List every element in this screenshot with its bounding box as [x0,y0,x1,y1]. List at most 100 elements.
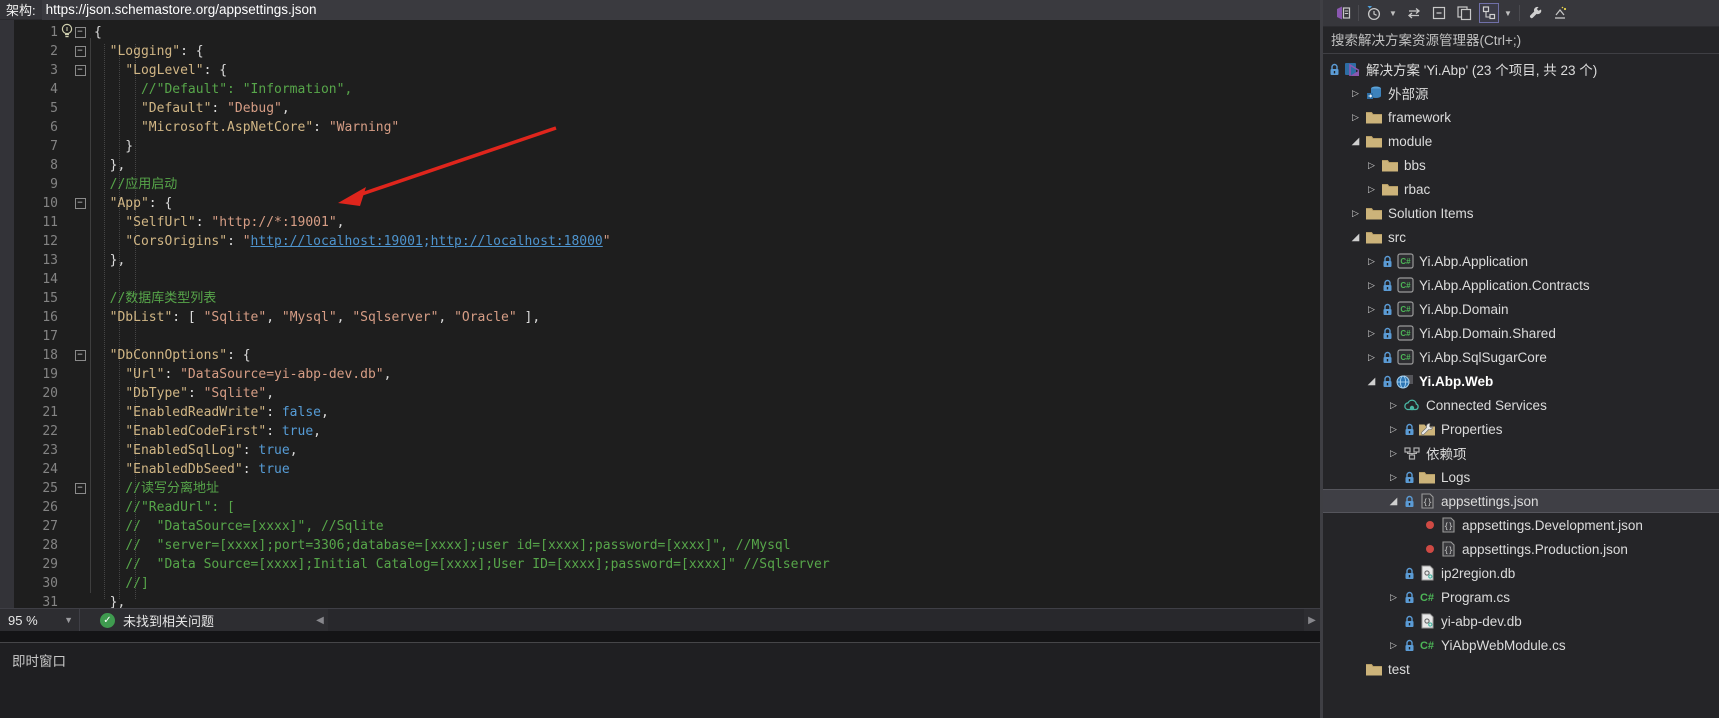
code-line-11[interactable]: 11 "SelfUrl": "http://*:19001", [0,213,1320,232]
code-line-28[interactable]: 28 // "server=[xxxx];port=3306;database=… [0,536,1320,555]
code-line-1[interactable]: 1−{ [0,23,1320,42]
tree-item-appsettings-production-json[interactable]: {}appsettings.Production.json [1323,537,1719,561]
expand-arrow-icon[interactable]: ▷ [1347,112,1364,123]
fold-toggle[interactable]: − [66,479,94,498]
tree-item-properties[interactable]: ▷Properties [1323,417,1719,441]
fold-collapse-box[interactable]: − [75,350,86,361]
code-line-13[interactable]: 13 }, [0,251,1320,270]
tree-item-connected-services[interactable]: ▷Connected Services [1323,393,1719,417]
history-filter-icon[interactable] [1364,3,1384,23]
code-line-18[interactable]: 18− "DbConnOptions": { [0,346,1320,365]
fold-collapse-box[interactable]: − [75,483,86,494]
expand-arrow-icon[interactable]: ▷ [1385,424,1402,435]
code-line-22[interactable]: 22 "EnabledCodeFirst": true, [0,422,1320,441]
chevron-down-icon[interactable]: ▼ [1389,9,1399,18]
code-line-9[interactable]: 9 //应用启动 [0,175,1320,194]
tree-item-src[interactable]: ◢src [1323,225,1719,249]
quick-actions-lightbulb-icon[interactable] [58,22,76,40]
code-line-30[interactable]: 30 //] [0,574,1320,593]
code-line-2[interactable]: 2− "Logging": { [0,42,1320,61]
code-line-5[interactable]: 5 "Default": "Debug", [0,99,1320,118]
collapse-arrow-icon[interactable]: ◢ [1385,496,1402,507]
code-line-4[interactable]: 4 //"Default": "Information", [0,80,1320,99]
horizontal-scrollbar[interactable]: ◀ ▶ [312,609,1320,631]
expand-arrow-icon[interactable]: ▷ [1363,280,1380,291]
tree-item-appsettings-development-json[interactable]: {}appsettings.Development.json [1323,513,1719,537]
code-line-7[interactable]: 7 } [0,137,1320,156]
code-line-21[interactable]: 21 "EnabledReadWrite": false, [0,403,1320,422]
code-line-23[interactable]: 23 "EnabledSqlLog": true, [0,441,1320,460]
fold-toggle[interactable]: − [66,42,94,61]
tree-item-framework[interactable]: ▷framework [1323,105,1719,129]
switch-views-icon[interactable] [1333,3,1353,23]
code-line-29[interactable]: 29 // "Data Source=[xxxx];Initial Catalo… [0,555,1320,574]
code-line-10[interactable]: 10− "App": { [0,194,1320,213]
code-line-17[interactable]: 17 [0,327,1320,346]
scroll-left-icon[interactable]: ◀ [312,615,328,626]
search-input[interactable] [1323,27,1719,53]
collapse-all-icon[interactable] [1429,3,1449,23]
tree-item-外部源[interactable]: ▷外部源 [1323,81,1719,105]
properties-wrench-icon[interactable] [1525,3,1545,23]
expand-arrow-icon[interactable]: ▷ [1347,208,1364,219]
tree-item-yi-abp-sqlsugarcore[interactable]: ▷C#Yi.Abp.SqlSugarCore [1323,345,1719,369]
show-all-files-icon[interactable] [1479,3,1499,23]
expand-arrow-icon[interactable]: ▷ [1347,88,1364,99]
scrollbar-track[interactable] [328,609,1304,631]
tree-item-ip2region-db[interactable]: ip2region.db [1323,561,1719,585]
collapse-arrow-icon[interactable]: ◢ [1347,232,1364,243]
fold-toggle[interactable]: − [66,194,94,213]
tree-item-依赖项[interactable]: ▷依赖项 [1323,441,1719,465]
preview-selected-items-icon[interactable] [1550,3,1570,23]
code-line-20[interactable]: 20 "DbType": "Sqlite", [0,384,1320,403]
tree-item-test[interactable]: test [1323,657,1719,681]
fold-toggle[interactable]: − [66,61,94,80]
tree-item-yi-abp-application[interactable]: ▷C#Yi.Abp.Application [1323,249,1719,273]
code-line-31[interactable]: 31 }, [0,593,1320,608]
expand-arrow-icon[interactable]: ▷ [1385,400,1402,411]
code-line-3[interactable]: 3− "LogLevel": { [0,61,1320,80]
fold-toggle[interactable]: − [66,346,94,365]
scroll-right-icon[interactable]: ▶ [1304,615,1320,626]
tree-item-logs[interactable]: ▷Logs [1323,465,1719,489]
panel-splitter[interactable] [0,631,1320,642]
code-editor[interactable]: 1−{2− "Logging": {3− "LogLevel": {4 //"D… [0,20,1320,608]
code-line-15[interactable]: 15 //数据库类型列表 [0,289,1320,308]
fold-collapse-box[interactable]: − [75,46,86,57]
collapse-arrow-icon[interactable]: ◢ [1347,136,1364,147]
tree-item-yiabpwebmodule-cs[interactable]: ▷C#YiAbpWebModule.cs [1323,633,1719,657]
expand-arrow-icon[interactable]: ▷ [1363,184,1380,195]
code-line-14[interactable]: 14 [0,270,1320,289]
schema-url-combo[interactable]: https://json.schemastore.org/appsettings… [42,0,1320,20]
code-line-8[interactable]: 8 }, [0,156,1320,175]
code-line-12[interactable]: 12 "CorsOrigins": "http://localhost:1900… [0,232,1320,251]
expand-arrow-icon[interactable]: ▷ [1385,448,1402,459]
expand-arrow-icon[interactable]: ▷ [1363,160,1380,171]
tree-item-module[interactable]: ◢module [1323,129,1719,153]
tree-item-appsettings-json[interactable]: ◢{}appsettings.json [1323,489,1719,513]
tree-item-solution-items[interactable]: ▷Solution Items [1323,201,1719,225]
tree-item-rbac[interactable]: ▷rbac [1323,177,1719,201]
code-line-24[interactable]: 24 "EnabledDbSeed": true [0,460,1320,479]
collapse-arrow-icon[interactable]: ◢ [1363,376,1380,387]
code-line-6[interactable]: 6 "Microsoft.AspNetCore": "Warning" [0,118,1320,137]
fold-collapse-box[interactable]: − [75,27,86,38]
expand-arrow-icon[interactable]: ▷ [1363,256,1380,267]
document-health-indicator[interactable]: ✓ 未找到相关问题 [80,611,312,630]
code-line-16[interactable]: 16 "DbList": [ "Sqlite", "Mysql", "Sqlse… [0,308,1320,327]
tree-item-yi-abp-domain[interactable]: ▷C#Yi.Abp.Domain [1323,297,1719,321]
tree-item-bbs[interactable]: ▷bbs [1323,153,1719,177]
tree-item-yi-abp-domain-shared[interactable]: ▷C#Yi.Abp.Domain.Shared [1323,321,1719,345]
code-line-19[interactable]: 19 "Url": "DataSource=yi-abp-dev.db", [0,365,1320,384]
code-line-26[interactable]: 26 //"ReadUrl": [ [0,498,1320,517]
fold-collapse-box[interactable]: − [75,198,86,209]
code-line-27[interactable]: 27 // "DataSource=[xxxx]", //Sqlite [0,517,1320,536]
expand-arrow-icon[interactable]: ▷ [1363,304,1380,315]
expand-arrow-icon[interactable]: ▷ [1385,472,1402,483]
immediate-window-panel[interactable]: 即时窗口 [0,642,1320,718]
tree-item-yi-abp-web[interactable]: ◢Yi.Abp.Web [1323,369,1719,393]
tree-item-yi-abp-dev-db[interactable]: yi-abp-dev.db [1323,609,1719,633]
fold-collapse-box[interactable]: − [75,65,86,76]
expand-arrow-icon[interactable]: ▷ [1385,640,1402,651]
expand-arrow-icon[interactable]: ▷ [1363,328,1380,339]
